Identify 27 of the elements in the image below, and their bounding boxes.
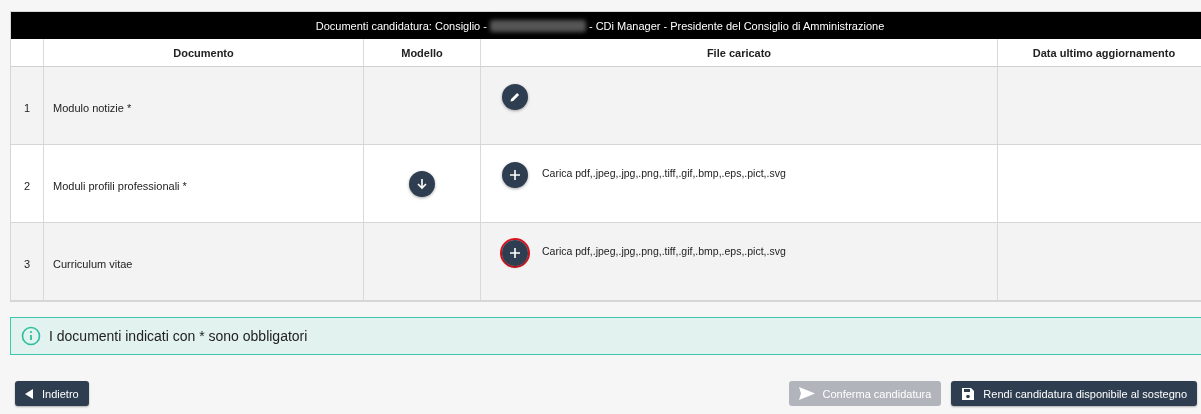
- row-number: 2: [23, 179, 31, 192]
- triangle-left-icon: [25, 388, 34, 399]
- pencil-icon: [509, 91, 521, 103]
- add-button[interactable]: [502, 162, 528, 188]
- column-header: File caricato: [481, 39, 998, 66]
- save-button[interactable]: Rendi candidatura disponibile al sostegno: [951, 381, 1197, 406]
- document-name: Curriculum vitae: [53, 257, 133, 270]
- row-number: 1: [23, 101, 31, 114]
- document-name: Modulo notizie *: [53, 101, 132, 114]
- column-header: Modello: [364, 39, 481, 66]
- edit-button[interactable]: [502, 84, 528, 110]
- send-icon: [798, 387, 815, 400]
- table-title: - CDi Manager - Presidente del Consiglio di Amministrazione: [588, 19, 885, 32]
- row-number: 3: [23, 257, 31, 270]
- column-header: Documento: [44, 39, 364, 66]
- table-title: Documenti candidatura: Consiglio -: [315, 19, 487, 32]
- notice-text: I documenti indicati con * sono obbligatori: [49, 328, 308, 344]
- upload-hint: Carica pdf,.jpeg,.jpg,.png,.tiff,.gif,.bmp,.eps,.pict,.svg: [542, 167, 786, 179]
- arrow-down-icon: [416, 177, 428, 190]
- plus-icon: [510, 248, 520, 258]
- column-header: Data ultimo aggiornamento: [998, 39, 1201, 66]
- download-button[interactable]: [409, 170, 435, 197]
- document-name: Moduli profili professionali *: [53, 179, 187, 192]
- plus-icon: [510, 170, 520, 180]
- upload-hint: Carica pdf,.jpeg,.jpg,.png,.tiff,.gif,.bmp,.eps,.pict,.svg: [542, 245, 786, 257]
- info-icon: [21, 326, 41, 346]
- back-button[interactable]: Indietro: [15, 381, 89, 406]
